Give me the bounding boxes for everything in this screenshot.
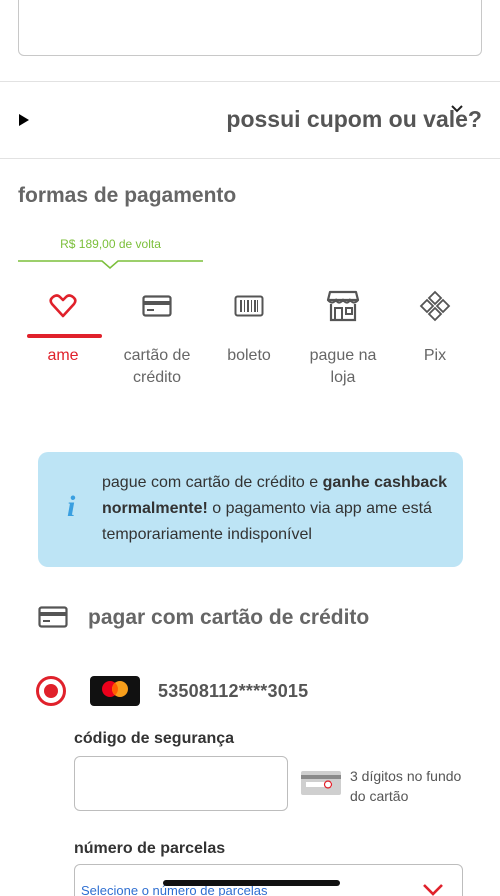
pix-icon: [419, 290, 451, 322]
radio-selected[interactable]: [36, 676, 66, 706]
info-icon: i: [67, 490, 76, 523]
cvv-label: código de segurança: [74, 730, 235, 747]
payment-method-tabs: ame cartão de crédito boleto pague na lo…: [18, 282, 482, 402]
disclosure-triangle-icon: [19, 114, 29, 126]
active-tab-indicator: [27, 334, 102, 338]
cashback-amount: R$ 189,00 de volta: [60, 237, 161, 251]
cvv-input[interactable]: [74, 756, 288, 811]
section-title: pagar com cartão de crédito: [88, 606, 370, 629]
tab-credit-card[interactable]: cartão de crédito: [112, 282, 202, 392]
chevron-down-icon: [451, 105, 463, 113]
tab-pay-in-store[interactable]: pague na loja: [298, 282, 388, 392]
info-text-1: pague com cartão de crédito e: [102, 474, 323, 491]
info-message: pague com cartão de crédito e ganhe cash…: [102, 470, 452, 548]
coupon-toggle[interactable]: possui cupom ou vale?: [0, 82, 500, 158]
coupon-label: possui cupom ou vale?: [226, 106, 482, 132]
tab-label: ame: [47, 347, 79, 364]
tab-boleto[interactable]: boleto: [204, 282, 294, 392]
info-banner: i pague com cartão de crédito e ganhe ca…: [38, 452, 463, 567]
tab-label: Pix: [423, 347, 447, 364]
store-icon: [326, 290, 360, 322]
tab-label: boleto: [227, 347, 271, 364]
installments-label: número de parcelas: [74, 840, 226, 857]
card-back-cvv-icon: [301, 771, 341, 795]
tab-pix[interactable]: Pix: [390, 282, 480, 392]
tab-label: pague na loja: [309, 347, 377, 386]
tab-ame[interactable]: ame: [18, 282, 108, 392]
credit-card-section-header: pagar com cartão de crédito: [38, 602, 458, 632]
radio-dot: [44, 684, 58, 698]
credit-card-icon: [38, 606, 68, 628]
mastercard-mark: [102, 681, 128, 697]
credit-card-icon: [142, 295, 172, 317]
mastercard-logo-icon: [90, 676, 140, 706]
cashback-tooltip: R$ 189,00 de volta: [18, 232, 203, 270]
divider: [0, 158, 500, 159]
saved-card-option[interactable]: 53508112****3015: [36, 672, 466, 712]
chevron-down-icon: [423, 884, 443, 896]
tab-label: cartão de crédito: [123, 347, 191, 386]
ame-heart-icon: [49, 294, 77, 318]
tooltip-pointer: [18, 260, 203, 269]
home-indicator: [163, 880, 340, 886]
notes-textarea[interactable]: [18, 0, 482, 56]
barcode-icon: [234, 295, 264, 317]
cvv-hint: 3 dígitos no fundo do cartão: [350, 768, 462, 804]
card-number: 53508112****3015: [158, 681, 309, 701]
payment-methods-title: formas de pagamento: [18, 184, 237, 207]
